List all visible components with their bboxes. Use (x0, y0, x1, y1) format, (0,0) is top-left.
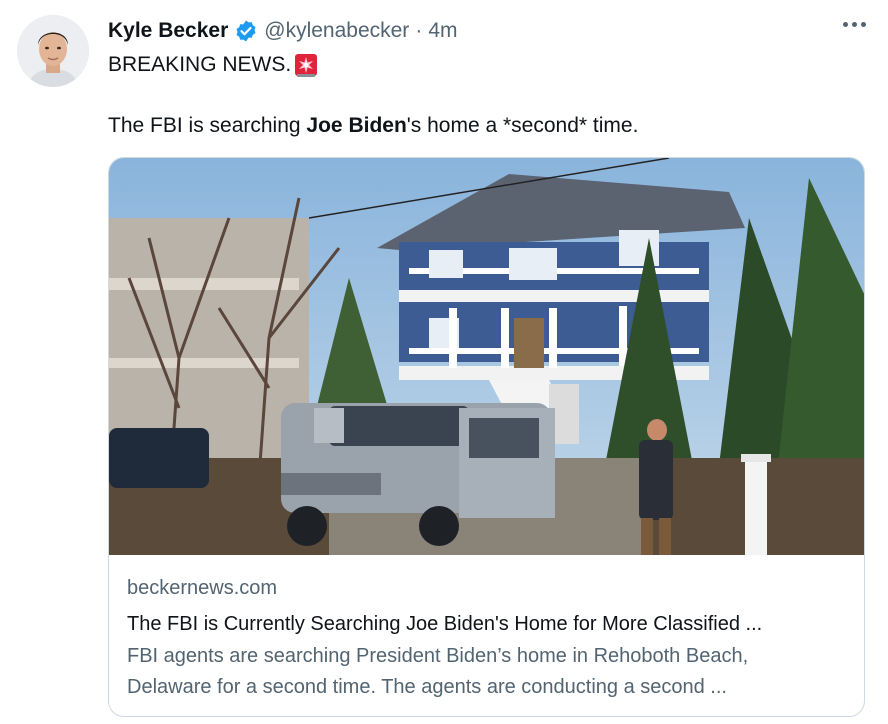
author-handle[interactable]: @kylenabecker (264, 17, 409, 45)
verified-badge-icon (234, 19, 258, 43)
tweet-text-part-1: The FBI is searching (108, 114, 307, 137)
author-name[interactable]: Kyle Becker (108, 17, 228, 45)
author-avatar[interactable] (17, 15, 89, 87)
tweet-header: Kyle Becker @kylenabecker · 4m (108, 17, 458, 45)
tweet-text-line-2: The FBI is searching Joe Biden's home a … (108, 112, 638, 140)
header-separator: · (415, 19, 423, 42)
tweet-text-line-1: BREAKING NEWS. (108, 51, 319, 79)
link-preview-image (109, 158, 864, 555)
tweet-text-part-2: 's home a *second* time. (406, 114, 639, 137)
link-preview-card[interactable]: beckernews.com The FBI is Currently Sear… (108, 157, 865, 717)
link-description-line-2: Delaware for a second time. The agents a… (127, 676, 727, 698)
link-preview-text: beckernews.com The FBI is Currently Sear… (127, 575, 848, 703)
link-title[interactable]: The FBI is Currently Searching Joe Biden… (127, 611, 848, 637)
tweet-text-breaking: BREAKING NEWS. (108, 53, 292, 76)
tweet-timestamp[interactable]: 4m (428, 17, 457, 45)
link-description: FBI agents are searching President Biden… (127, 641, 848, 703)
author-avatar-image (17, 15, 89, 87)
more-options-icon[interactable] (843, 22, 866, 27)
tweet-text-bold-name: Joe Biden (306, 114, 407, 137)
link-description-line-1: FBI agents are searching President Biden… (127, 645, 749, 667)
link-domain: beckernews.com (127, 577, 278, 599)
rotating-light-emoji-icon (293, 52, 319, 78)
